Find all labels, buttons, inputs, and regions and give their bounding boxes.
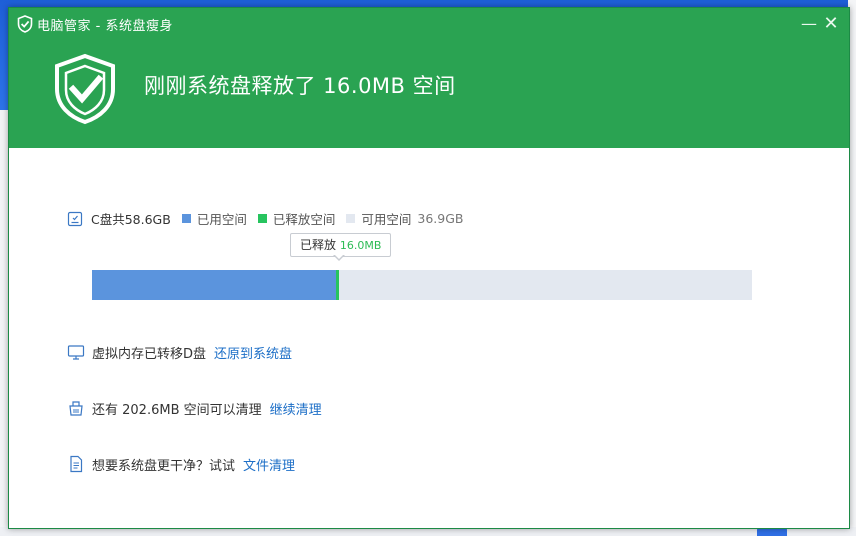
background-button xyxy=(757,528,787,536)
used-label: 已用空间 xyxy=(196,212,247,227)
used-swatch xyxy=(181,214,191,223)
continue-cleaning-link[interactable]: 继续清理 xyxy=(270,399,322,418)
virtual-memory-row: 虚拟内存已转移D盘 还原到系统盘 xyxy=(67,342,292,362)
free-label: 可用空间 xyxy=(361,212,412,227)
monitor-icon xyxy=(67,345,85,360)
tooltip-value: 16.0MB xyxy=(339,239,382,252)
remaining-space-text: 还有 202.6MB 空间可以清理 xyxy=(92,402,262,418)
remaining-space-row: 还有 202.6MB 空间可以清理 继续清理 xyxy=(67,398,322,418)
disk-legend: C盘共58.6GB 已用空间 已释放空间 可用空间 36.9GB xyxy=(67,209,463,228)
free-value: 36.9GB xyxy=(417,211,464,226)
virtual-memory-text: 虚拟内存已转移D盘 xyxy=(92,346,207,362)
result-headline: 刚刚系统盘释放了 16.0MB 空间 xyxy=(144,74,456,98)
system-disk-slim-dialog: 电脑管家 - 系统盘瘦身 — ✕ 刚刚系统盘释放了 16.0MB 空间 C盘共5… xyxy=(8,7,850,529)
cleanup-icon xyxy=(69,401,83,416)
file-clean-row: 想要系统盘更干净？试试 文件清理 xyxy=(67,454,295,474)
free-swatch xyxy=(346,214,356,223)
dialog-header: 电脑管家 - 系统盘瘦身 — ✕ 刚刚系统盘释放了 16.0MB 空间 xyxy=(9,8,849,148)
minimize-button[interactable]: — xyxy=(799,14,819,34)
freed-swatch xyxy=(257,214,267,223)
freed-segment xyxy=(336,270,339,300)
file-clean-text: 想要系统盘更干净？试试 xyxy=(92,458,236,474)
tooltip-arrow-fill xyxy=(334,254,344,259)
tooltip-label: 已释放 xyxy=(300,238,337,252)
shield-check-icon xyxy=(55,53,115,125)
window-title: 电脑管家 - 系统盘瘦身 xyxy=(37,19,173,34)
disk-check-icon xyxy=(67,211,83,226)
close-button[interactable]: ✕ xyxy=(821,14,841,34)
shield-logo-icon xyxy=(17,15,33,33)
restore-to-system-link[interactable]: 还原到系统盘 xyxy=(214,343,292,362)
disk-total-label: C盘共58.6GB xyxy=(91,212,171,227)
file-clean-link[interactable]: 文件清理 xyxy=(243,455,295,474)
document-icon xyxy=(70,455,83,473)
disk-usage-bar xyxy=(92,270,752,300)
used-segment xyxy=(92,270,336,300)
freed-label: 已释放空间 xyxy=(272,212,336,227)
